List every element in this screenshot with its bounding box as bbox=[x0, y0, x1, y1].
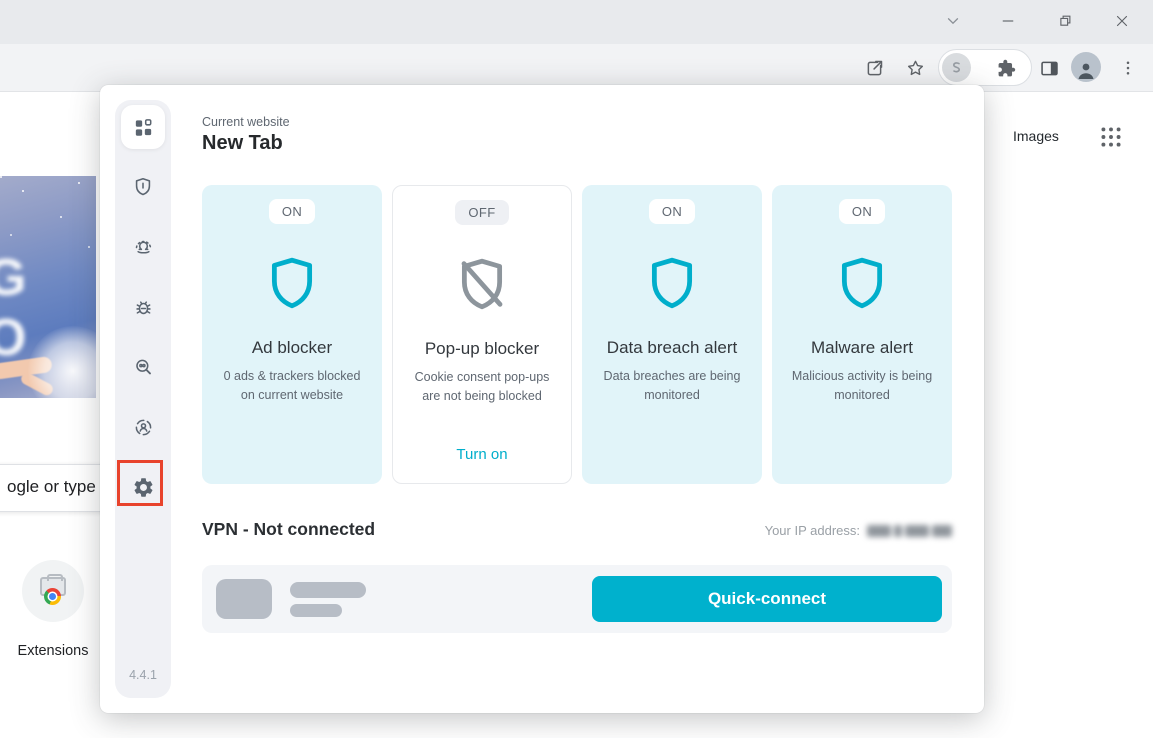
feature-card-malware-alert[interactable]: ON Malware alert Malicious activity is b… bbox=[772, 185, 952, 484]
current-website-label: Current website bbox=[202, 115, 290, 129]
minimize-button[interactable] bbox=[992, 6, 1024, 36]
card-title: Ad blocker bbox=[202, 338, 382, 358]
card-description: 0 ads & trackers blocked on current webs… bbox=[202, 367, 382, 405]
sidebar-item-settings[interactable] bbox=[121, 465, 165, 509]
feature-card-data-breach-alert[interactable]: ON Data breach alert Data breaches are b… bbox=[582, 185, 762, 484]
card-title: Data breach alert bbox=[582, 338, 762, 358]
vpn-location-skeleton bbox=[216, 579, 272, 619]
bookmark-star-icon[interactable] bbox=[903, 56, 927, 80]
vpn-text-skeleton bbox=[290, 582, 366, 598]
card-description: Cookie consent pop-ups are not being blo… bbox=[393, 368, 571, 406]
shield-on-icon bbox=[202, 256, 382, 312]
google-doodle-image[interactable]: G O bbox=[0, 176, 96, 398]
extensions-pill bbox=[938, 49, 1032, 86]
extensions-shortcut-label: Extensions bbox=[18, 643, 89, 659]
site-title: New Tab bbox=[202, 132, 283, 155]
extensions-puzzle-icon[interactable] bbox=[995, 57, 1017, 79]
popup-main: Current website New Tab ON Ad blocker 0 … bbox=[202, 85, 952, 713]
card-description: Malicious activity is being monitored bbox=[772, 367, 952, 405]
ip-address-redacted bbox=[867, 525, 952, 537]
browser-window: G O ail Images ogle or type Extensions bbox=[0, 0, 1153, 738]
shield-on-icon bbox=[582, 256, 762, 312]
status-badge: ON bbox=[839, 199, 885, 224]
search-scan-icon bbox=[132, 356, 155, 379]
side-panel-icon[interactable] bbox=[1037, 56, 1061, 80]
sidebar-item-malware[interactable] bbox=[121, 285, 165, 329]
vpn-text-skeleton bbox=[290, 604, 342, 617]
ip-address-row: Your IP address: bbox=[765, 523, 952, 538]
ip-address-label: Your IP address: bbox=[765, 523, 860, 538]
tab-search-chevron-icon[interactable] bbox=[937, 6, 969, 36]
shield-icon bbox=[132, 176, 154, 198]
menu-kebab-icon[interactable] bbox=[1116, 56, 1140, 80]
shield-off-icon bbox=[393, 257, 571, 313]
card-description: Data breaches are being monitored bbox=[582, 367, 762, 405]
close-button[interactable] bbox=[1106, 6, 1138, 36]
card-title: Pop-up blocker bbox=[393, 339, 571, 359]
extensions-chrome-icon bbox=[38, 577, 68, 605]
feature-cards: ON Ad blocker 0 ads & trackers blocked o… bbox=[202, 185, 952, 484]
surfshark-extension-icon[interactable] bbox=[942, 53, 971, 82]
sidebar-item-shield[interactable] bbox=[121, 165, 165, 209]
quick-connect-button[interactable]: Quick-connect bbox=[592, 576, 942, 622]
profile-avatar[interactable] bbox=[1071, 52, 1101, 82]
sidebar-item-account[interactable] bbox=[121, 405, 165, 449]
breach-alert-icon bbox=[132, 236, 155, 259]
dashboard-grid-icon bbox=[132, 116, 155, 139]
feature-card-popup-blocker[interactable]: OFF Pop-up blocker Cookie consent pop-up… bbox=[392, 185, 572, 484]
extension-popup: 4.4.1 Current website New Tab ON Ad bloc… bbox=[100, 85, 984, 713]
search-placeholder-text: ogle or type bbox=[7, 477, 96, 497]
vpn-status-title: VPN - Not connected bbox=[202, 519, 375, 540]
status-badge: OFF bbox=[455, 200, 508, 225]
feature-card-ad-blocker[interactable]: ON Ad blocker 0 ads & trackers blocked o… bbox=[202, 185, 382, 484]
turn-on-link[interactable]: Turn on bbox=[393, 446, 571, 463]
restore-button[interactable] bbox=[1049, 6, 1081, 36]
window-titlebar bbox=[0, 0, 1153, 44]
extensions-shortcut-circle bbox=[22, 560, 84, 622]
doodle-stars bbox=[0, 176, 2, 178]
sidebar-item-search-scan[interactable] bbox=[121, 345, 165, 389]
malware-bug-icon bbox=[132, 296, 155, 319]
account-icon bbox=[132, 416, 155, 439]
google-apps-grid-icon[interactable] bbox=[1098, 124, 1124, 150]
settings-gear-icon bbox=[132, 476, 155, 499]
popup-sidebar: 4.4.1 bbox=[115, 100, 171, 698]
extensions-shortcut[interactable]: Extensions bbox=[14, 560, 92, 659]
vpn-panel: Quick-connect bbox=[202, 565, 952, 633]
extension-version: 4.4.1 bbox=[115, 668, 171, 682]
status-badge: ON bbox=[269, 199, 315, 224]
sidebar-item-breach-alert[interactable] bbox=[121, 225, 165, 269]
card-title: Malware alert bbox=[772, 338, 952, 358]
sidebar-item-dashboard[interactable] bbox=[121, 105, 165, 149]
status-badge: ON bbox=[649, 199, 695, 224]
images-link[interactable]: Images bbox=[1013, 128, 1059, 144]
shield-on-icon bbox=[772, 256, 952, 312]
share-icon[interactable] bbox=[862, 56, 886, 80]
